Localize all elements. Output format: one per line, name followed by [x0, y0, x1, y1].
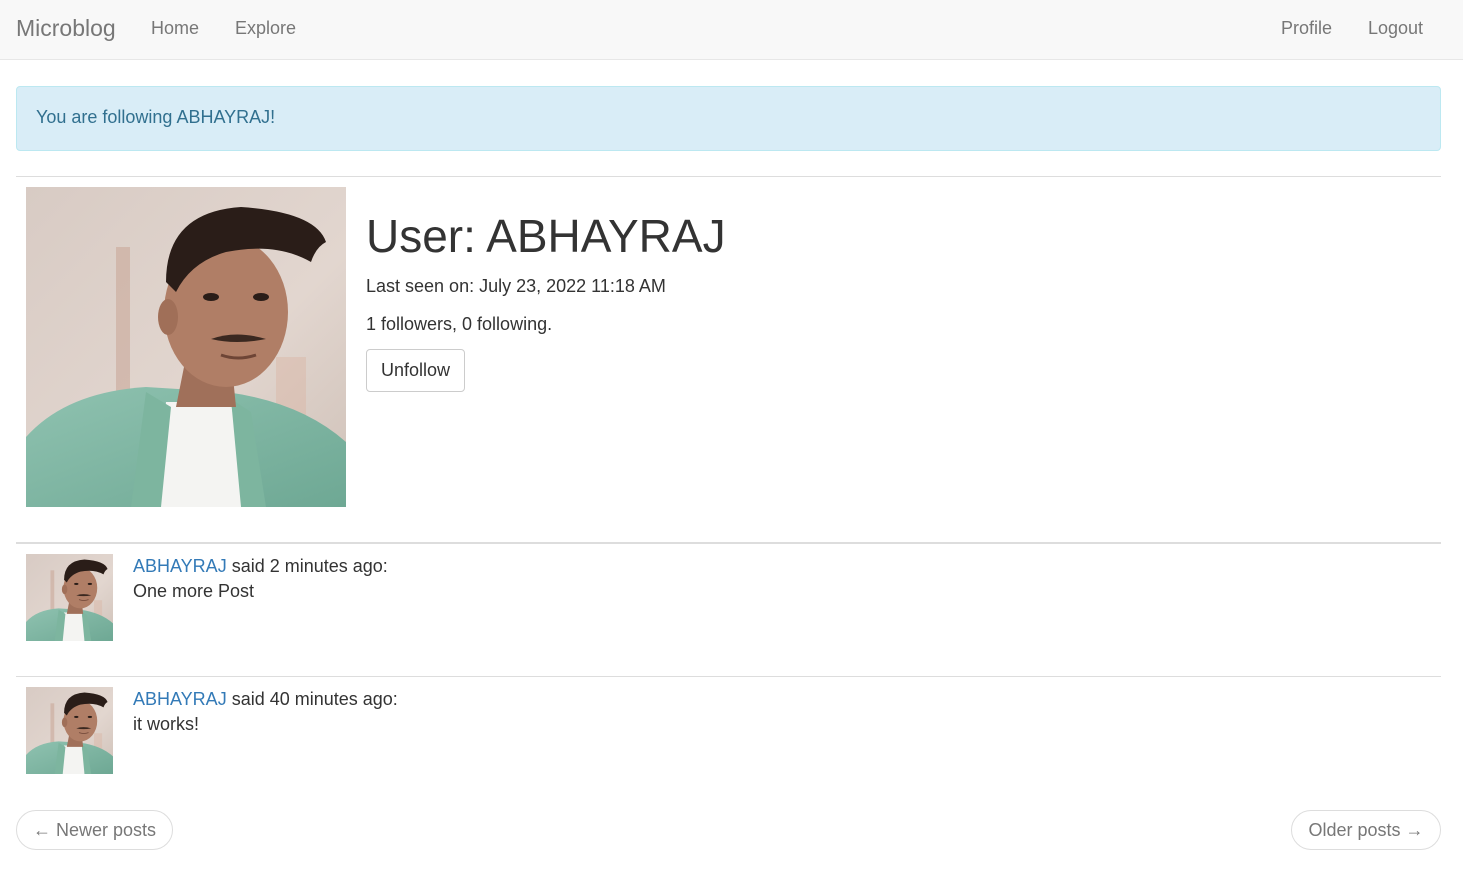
divider	[16, 176, 1441, 177]
post-timestamp: said 40 minutes ago:	[226, 689, 398, 709]
unfollow-button[interactable]: Unfollow	[366, 349, 465, 392]
post-timestamp: said 2 minutes ago:	[226, 556, 388, 576]
nav-explore-link[interactable]: Explore	[235, 18, 296, 39]
post-avatar[interactable]	[26, 687, 113, 774]
nav-logout-link[interactable]: Logout	[1368, 18, 1423, 39]
follow-counts-text: 1 followers, 0 following.	[366, 314, 553, 334]
user-avatar-photo-icon	[26, 687, 113, 774]
brand-link[interactable]: Microblog	[16, 15, 116, 42]
post-author-link[interactable]: ABHAYRAJ	[133, 689, 227, 709]
post-body: One more Post	[133, 581, 255, 601]
nav-profile-link[interactable]: Profile	[1281, 18, 1332, 39]
post-avatar[interactable]	[26, 554, 113, 641]
post-body: it works!	[133, 714, 200, 734]
user-avatar-photo-icon	[26, 187, 346, 507]
divider	[16, 542, 1441, 544]
navbar: Microblog Home Explore Profile Logout	[0, 0, 1463, 60]
flash-alert: You are following ABHAYRAJ!	[16, 86, 1441, 151]
profile-title: User: ABHAYRAJ	[366, 210, 726, 262]
post-meta: ABHAYRAJ said 40 minutes ago:	[133, 689, 398, 710]
post-author-link[interactable]: ABHAYRAJ	[133, 556, 227, 576]
user-avatar-photo-icon	[26, 554, 113, 641]
post-meta: ABHAYRAJ said 2 minutes ago:	[133, 556, 388, 577]
profile-avatar	[26, 187, 346, 507]
divider	[16, 676, 1441, 677]
older-posts-button[interactable]: Older posts →	[1291, 810, 1441, 850]
nav-home-link[interactable]: Home	[151, 18, 199, 39]
last-seen-text: Last seen on: July 23, 2022 11:18 AM	[366, 276, 666, 296]
flash-message: You are following ABHAYRAJ!	[36, 107, 276, 127]
newer-posts-button[interactable]: ← Newer posts	[16, 810, 173, 850]
